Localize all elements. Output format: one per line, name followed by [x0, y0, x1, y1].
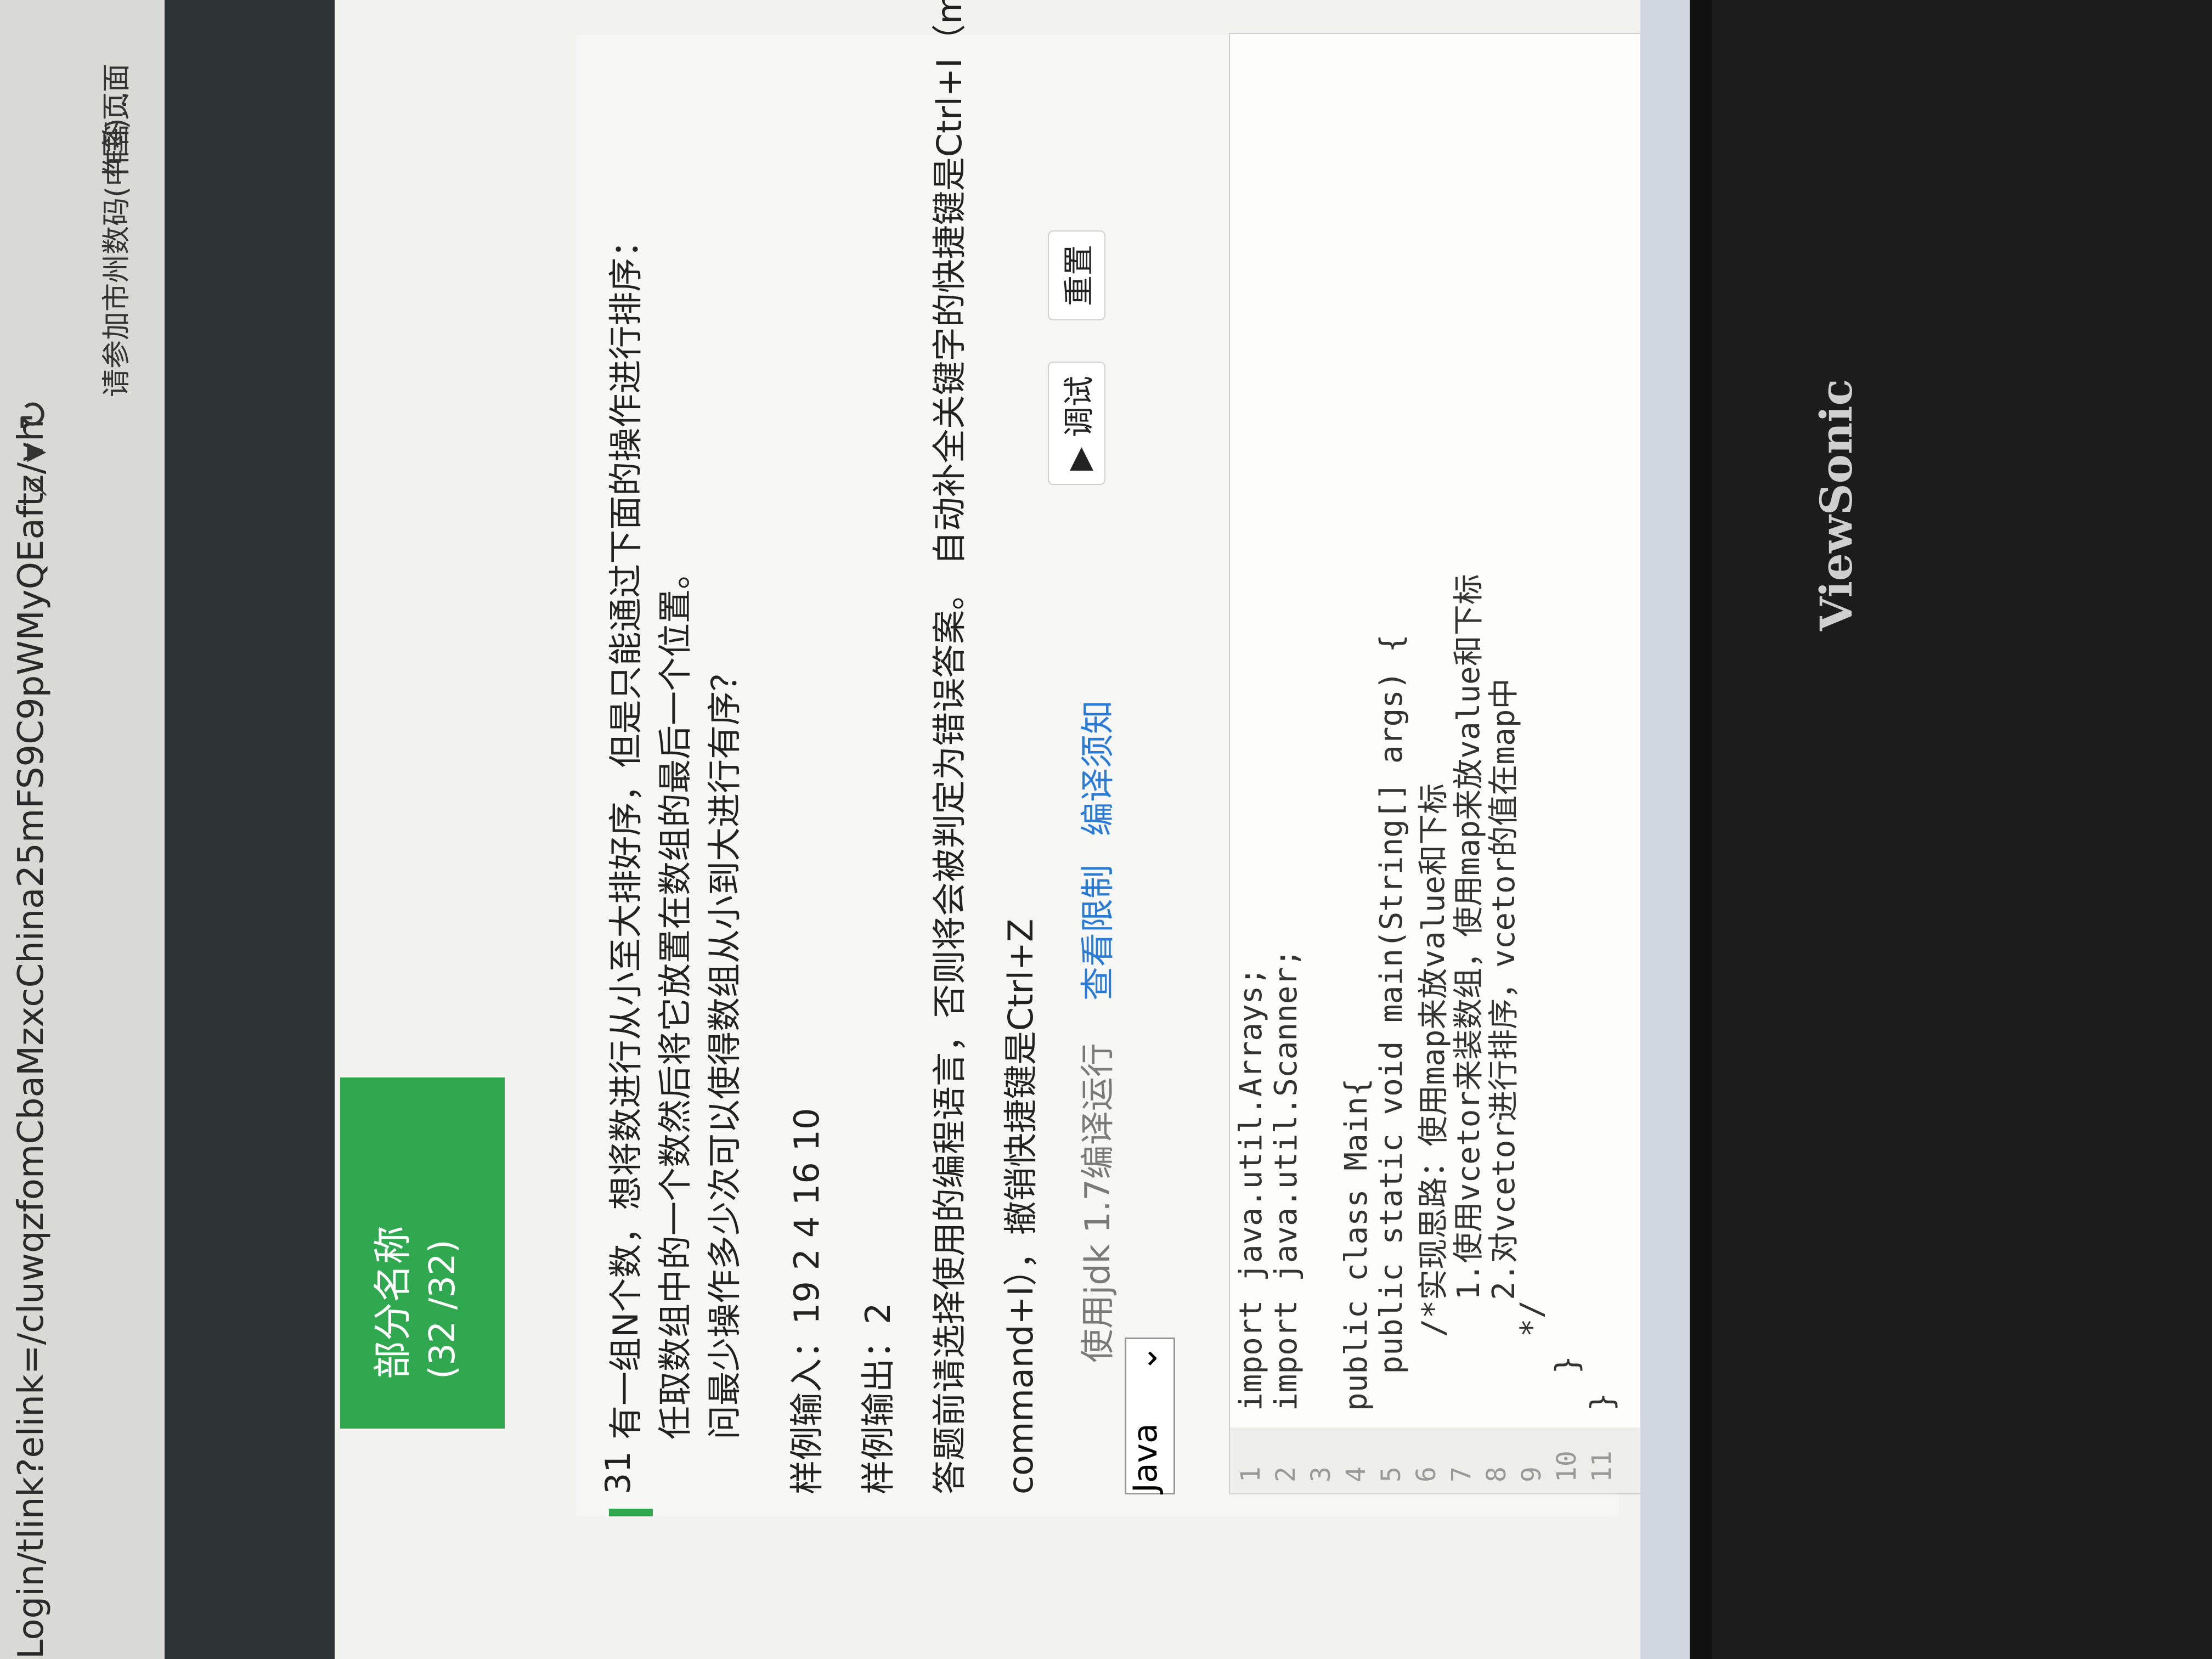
screen: Login/tlink?elink=/cluwqzfomCbaMzxcChina… [0, 0, 1690, 1659]
line-number: 5 [1376, 1466, 1407, 1482]
line-number: 10 [1551, 1451, 1582, 1482]
sample-input: 样例输入：19 2 4 16 10 [787, 1108, 827, 1494]
language-select[interactable]: Java ⌄ [1125, 1338, 1175, 1494]
line-number: 6 [1411, 1466, 1442, 1482]
line-number: 11 [1587, 1451, 1617, 1482]
browser-tab-2[interactable]: 作答页面 [93, 64, 134, 178]
shortcut-notice: command+I），撤销快捷键是Ctrl+Z [1001, 918, 1041, 1494]
view-limits-link[interactable]: 查看限制 [1070, 865, 1119, 1001]
language-value: Java [1126, 1423, 1165, 1493]
question-text-3: 问最少操作多少次可以使得数组从小到大进行有序？ [704, 657, 744, 1440]
line-number: 7 [1446, 1466, 1477, 1482]
section-card: 部分名称 (32 /32) [340, 1077, 505, 1429]
question-text-2: 任取数组中的一个数然后将它放置在数组的最后一个位置。 [655, 555, 695, 1440]
section-name: 部分名称 [370, 1226, 415, 1379]
chevron-down-icon: ⌄ [1126, 1345, 1165, 1373]
question-number: 31 [598, 1451, 638, 1494]
reset-button[interactable]: 重置 [1048, 230, 1105, 320]
taskbar [1640, 0, 1690, 1659]
question-marker [609, 1509, 653, 1516]
address-text[interactable]: Login/tlink?elink=/cluwqzfomCbaMzxcChina… [11, 419, 52, 1659]
language-notice: 答题前请选择使用的编程语言，否则将会被判定为错误答案。 自动补全关键字的快捷键是… [929, 0, 969, 1494]
line-number: 2 [1271, 1466, 1301, 1482]
compile-notes-link[interactable]: 编译须知 [1070, 700, 1119, 836]
monitor-brand: ViewSonic [1810, 379, 1862, 631]
browser-address-bar[interactable]: Login/tlink?elink=/cluwqzfomCbaMzxcChina… [0, 0, 166, 1659]
line-number: 3 [1306, 1466, 1336, 1482]
question-text-1: 有一组N个数，想将数进行从小至大排好序，但是只能通过下面的操作进行排序： [606, 223, 646, 1440]
code-line: public static void main(String[] args) { [1374, 634, 1409, 1411]
jdk-note: 使用jdk 1.7编译运行 [1077, 1043, 1118, 1363]
line-gutter [1230, 1427, 1647, 1493]
code-line: } [1549, 1355, 1585, 1411]
code-line: import java.util.Scanner; [1268, 949, 1304, 1411]
line-number: 4 [1341, 1466, 1372, 1482]
code-line: import java.util.Arrays; [1233, 967, 1269, 1411]
line-number: 1 [1235, 1466, 1266, 1482]
section-progress: (32 /32) [422, 1239, 463, 1379]
search-refresh-icons[interactable]: ⌕ ▾ ↻ [11, 399, 57, 496]
line-number: 8 [1481, 1466, 1512, 1482]
monitor-bezel [1695, 0, 2212, 1659]
debug-button[interactable]: ▶ 调试 [1048, 362, 1105, 485]
code-line: */ [1514, 1300, 1550, 1411]
top-dark-bar [165, 0, 335, 1659]
line-number: 9 [1516, 1466, 1547, 1482]
sample-output: 样例输出：2 [858, 1302, 898, 1494]
code-line: } [1584, 1392, 1620, 1411]
code-editor[interactable]: 1 2 3 4 5 6 7 8 9 10 11 import java.util… [1229, 33, 1648, 1494]
code-line: public class Main{ [1339, 1078, 1374, 1411]
question-panel: 31 有一组N个数，想将数进行从小至大排好序，但是只能通过下面的操作进行排序： … [576, 0, 1648, 1516]
